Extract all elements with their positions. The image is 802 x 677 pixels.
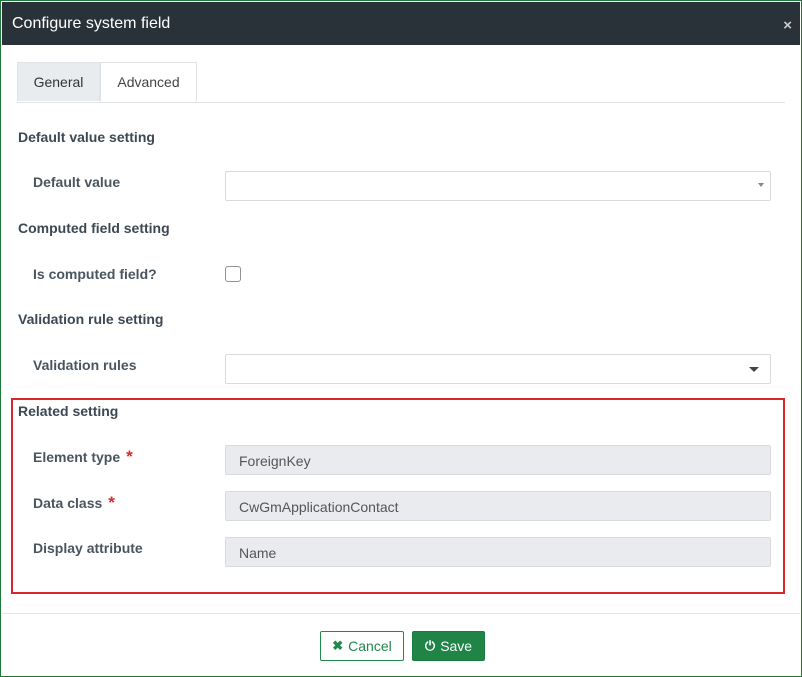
section-computed-heading: Computed field setting — [18, 220, 170, 236]
close-icon: ✖ — [332, 638, 344, 653]
tab-advanced[interactable]: Advanced — [100, 62, 197, 102]
element-type-value: ForeignKey — [239, 453, 311, 469]
dialog-title: Configure system field — [12, 15, 171, 32]
data-class-label-text: Data class — [33, 495, 103, 511]
required-marker: * — [108, 493, 115, 512]
default-value-select[interactable] — [225, 171, 771, 201]
required-marker: * — [126, 447, 133, 466]
element-type-label: Element type * — [33, 447, 133, 467]
footer-divider — [2, 613, 800, 614]
section-related-heading: Related setting — [18, 403, 119, 419]
is-computed-label: Is computed field? — [33, 266, 157, 282]
element-type-field: ForeignKey — [225, 445, 771, 475]
display-attribute-label: Display attribute — [33, 540, 143, 556]
dialog-titlebar: Configure system field × — [2, 2, 800, 45]
data-class-field: CwGmApplicationContact — [225, 491, 771, 521]
display-attribute-field: Name — [225, 537, 771, 567]
cancel-button[interactable]: ✖ Cancel — [320, 631, 404, 661]
power-icon: ⏻ — [424, 638, 436, 653]
tab-general[interactable]: General — [17, 62, 100, 101]
save-button[interactable]: ⏻ Save — [412, 631, 485, 661]
validation-rules-select[interactable] — [225, 354, 771, 384]
data-class-label: Data class * — [33, 493, 115, 513]
data-class-value: CwGmApplicationContact — [239, 499, 399, 515]
save-button-label: Save — [440, 638, 473, 654]
configure-field-dialog: Configure system field × General Advance… — [0, 0, 802, 677]
section-validation-heading: Validation rule setting — [18, 311, 164, 327]
validation-rules-label: Validation rules — [33, 357, 137, 373]
tab-bar: General Advanced — [17, 62, 785, 103]
cancel-button-label: Cancel — [348, 638, 392, 654]
chevron-down-icon — [749, 367, 759, 372]
is-computed-checkbox[interactable] — [225, 266, 241, 282]
display-attribute-value: Name — [239, 545, 277, 561]
close-icon[interactable]: × — [783, 18, 792, 34]
default-value-label: Default value — [33, 174, 121, 190]
element-type-label-text: Element type — [33, 449, 121, 465]
section-default-value-heading: Default value setting — [18, 129, 155, 145]
chevron-down-icon — [758, 183, 764, 187]
